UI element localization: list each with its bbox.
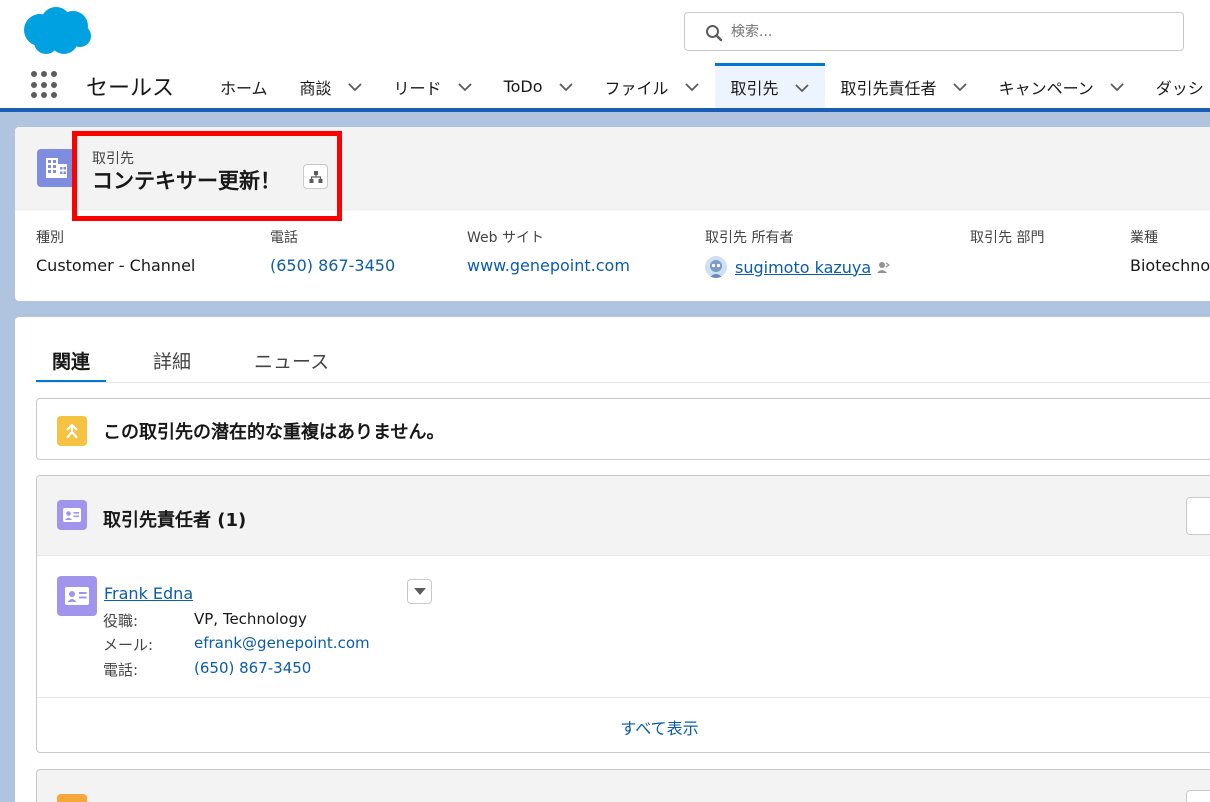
nav-tab-label: リード bbox=[393, 78, 442, 98]
row-label: 役職: bbox=[103, 612, 139, 630]
global-header: セールス ホーム 商談 リード ToDo ファイル 取引先 取引先責任者 キャンペーン ダッシ bbox=[0, 0, 1210, 112]
contact-title-row: 役職: VP, Technology bbox=[103, 610, 307, 631]
field-label: 業種 bbox=[1130, 230, 1158, 246]
field-label: 取引先 部門 bbox=[970, 230, 1045, 246]
chevron-down-icon[interactable] bbox=[347, 82, 362, 92]
chevron-down-icon[interactable] bbox=[794, 83, 809, 93]
nav-tab-0[interactable]: ホーム bbox=[204, 63, 284, 110]
row-label: メール: bbox=[103, 636, 154, 654]
next-related-card bbox=[36, 769, 1210, 802]
nav-tab-1[interactable]: 商談 bbox=[284, 63, 378, 110]
contact-email-row: メール: efrank@genepoint.com bbox=[103, 634, 370, 655]
salesforce-logo[interactable] bbox=[18, 4, 94, 58]
avatar[interactable] bbox=[705, 256, 727, 278]
contacts-card: 取引先責任者 (1) Frank Edna 役職: VP, Technology… bbox=[36, 475, 1210, 753]
tab-related[interactable]: 関連 bbox=[36, 341, 107, 383]
tabs-divider bbox=[36, 382, 1210, 383]
app-name: セールス bbox=[86, 76, 175, 101]
field-owner: 取引先 所有者 sugimoto kazuya bbox=[705, 227, 891, 278]
tab-news[interactable]: ニュース bbox=[238, 341, 345, 383]
global-search[interactable] bbox=[684, 12, 1184, 51]
chevron-down-icon bbox=[414, 588, 426, 595]
field-label: 電話 bbox=[270, 230, 298, 246]
field-type: 種別 Customer - Channel bbox=[36, 227, 195, 275]
view-all-link[interactable]: すべて表示 bbox=[37, 715, 1210, 739]
new-contact-button[interactable] bbox=[1186, 497, 1210, 535]
contacts-footer: すべて表示 bbox=[37, 697, 1210, 753]
contacts-header: 取引先責任者 (1) bbox=[37, 476, 1210, 556]
field-value: Customer - Channel bbox=[36, 256, 196, 275]
related-list-button[interactable] bbox=[1186, 790, 1210, 802]
row-label: 電話: bbox=[103, 661, 139, 679]
nav-tab-2[interactable]: リード bbox=[378, 63, 488, 110]
nav-tab-8[interactable]: ダッシ bbox=[1140, 63, 1210, 110]
contact-actions-button[interactable] bbox=[407, 579, 432, 604]
account-icon bbox=[37, 149, 75, 187]
owner-link[interactable]: sugimoto kazuya bbox=[735, 258, 871, 277]
contact-name-link[interactable]: Frank Edna bbox=[104, 584, 193, 603]
duplicate-icon bbox=[57, 416, 87, 446]
field-phone: 電話 (650) 867-3450 bbox=[270, 227, 395, 275]
app-launcher-icon[interactable] bbox=[31, 71, 59, 99]
chevron-down-icon[interactable] bbox=[952, 82, 967, 92]
nav-tab-label: 取引先 bbox=[730, 78, 779, 98]
owner-value: sugimoto kazuya bbox=[705, 256, 891, 278]
duplicates-message: この取引先の潜在的な重複はありません。 bbox=[103, 422, 445, 443]
record-tabs: 関連 詳細 ニュース bbox=[36, 341, 376, 383]
row-value: VP, Technology bbox=[194, 610, 307, 628]
field-division: 取引先 部門 bbox=[970, 227, 1044, 256]
nav-tab-label: ダッシ bbox=[1155, 78, 1204, 98]
nav-tab-label: キャンペーン bbox=[998, 78, 1094, 98]
nav-bar: ホーム 商談 リード ToDo ファイル 取引先 取引先責任者 キャンペーン ダッシ bbox=[204, 63, 1210, 110]
related-list-icon bbox=[57, 794, 87, 802]
phone-link[interactable]: (650) 867-3450 bbox=[270, 256, 395, 275]
related-panel: 関連 詳細 ニュース この取引先の潜在的な重複はありません。 取引先責任者 (1… bbox=[15, 317, 1210, 802]
nav-tab-label: 商談 bbox=[299, 78, 332, 98]
search-icon bbox=[706, 25, 723, 42]
contact-avatar-icon bbox=[57, 576, 97, 616]
contact-phone-row: 電話: (650) 867-3450 bbox=[103, 659, 311, 680]
nav-tab-6[interactable]: 取引先責任者 bbox=[825, 63, 983, 110]
nav-tab-3[interactable]: ToDo bbox=[488, 63, 589, 110]
field-label: Web サイト bbox=[467, 230, 544, 246]
change-owner-icon[interactable] bbox=[876, 260, 891, 274]
contact-icon bbox=[57, 500, 87, 530]
nav-tab-4[interactable]: ファイル bbox=[589, 63, 715, 110]
field-label: 取引先 所有者 bbox=[705, 230, 794, 246]
search-input[interactable] bbox=[731, 20, 1161, 44]
nav-tab-5[interactable]: 取引先 bbox=[714, 63, 825, 110]
nav-tab-label: ファイル bbox=[604, 78, 669, 98]
nav-tab-label: 取引先責任者 bbox=[840, 78, 937, 98]
field-industry: 業種 Biotechnol bbox=[1130, 227, 1210, 275]
website-link[interactable]: www.genepoint.com bbox=[467, 256, 630, 275]
tab-details[interactable]: 詳細 bbox=[137, 341, 207, 383]
field-value: Biotechnol bbox=[1130, 256, 1210, 275]
chevron-down-icon[interactable] bbox=[457, 82, 472, 92]
chevron-down-icon[interactable] bbox=[1110, 82, 1124, 92]
contacts-title: 取引先責任者 (1) bbox=[103, 510, 247, 531]
nav-tab-7[interactable]: キャンペーン bbox=[983, 63, 1140, 110]
email-link[interactable]: efrank@genepoint.com bbox=[194, 634, 370, 652]
highlight-annotation-box bbox=[72, 131, 342, 221]
chevron-down-icon[interactable] bbox=[684, 82, 699, 92]
chevron-down-icon[interactable] bbox=[558, 82, 573, 92]
nav-tab-label: ホーム bbox=[220, 78, 268, 98]
nav-divider bbox=[0, 108, 1210, 112]
nav-tab-label: ToDo bbox=[503, 77, 543, 96]
field-website: Web サイト www.genepoint.com bbox=[467, 227, 630, 275]
phone-link[interactable]: (650) 867-3450 bbox=[194, 659, 311, 677]
field-label: 種別 bbox=[36, 230, 64, 246]
duplicates-card: この取引先の潜在的な重複はありません。 bbox=[36, 398, 1210, 460]
